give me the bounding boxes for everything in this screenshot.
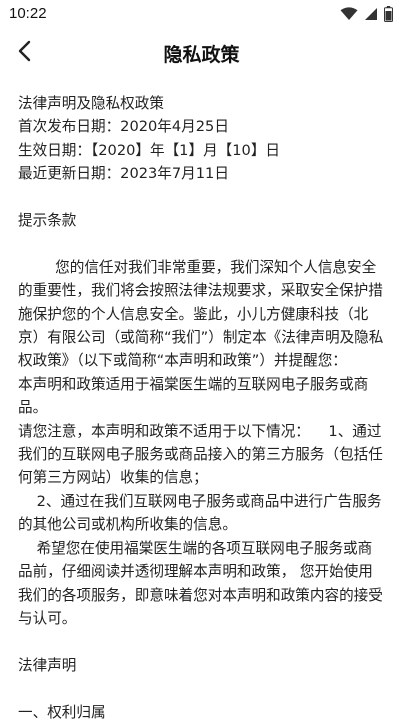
section-title-legal: 法律声明 bbox=[18, 656, 77, 674]
effective-date: 生效日期：【2020】年【1】月【10】日 bbox=[18, 141, 281, 159]
nav-bar: 隐私政策 bbox=[0, 30, 403, 76]
status-icons bbox=[340, 5, 393, 23]
last-updated-date: 最近更新日期：2023年7月11日 bbox=[18, 165, 229, 183]
status-time: 10:22 bbox=[9, 5, 47, 22]
policy-content: 法律声明及隐私权政策 首次发布日期：2020年4月25日 生效日期：【2020】… bbox=[18, 92, 386, 724]
cellular-signal-icon bbox=[364, 7, 378, 21]
battery-icon bbox=[384, 6, 393, 22]
paragraph-scope: 本声明和政策适用于福棠医生端的互联网电子服务或商品。 bbox=[18, 375, 369, 417]
paragraph-intro: 您的信任对我们非常重要，我们深知个人信息安全的重要性，我们将会按照法律法规要求，… bbox=[18, 258, 384, 370]
section-title-tips: 提示条款 bbox=[18, 212, 77, 230]
doc-title: 法律声明及隐私权政策 bbox=[18, 95, 164, 112]
first-publish-date: 首次发布日期：2020年4月25日 bbox=[18, 118, 229, 136]
paragraph-acceptance: 希望您在使用福棠医生端的各项互联网电子服务或商品前，仔细阅读并透彻理解本声明和政… bbox=[18, 539, 383, 627]
status-bar: 10:22 bbox=[0, 0, 403, 30]
subsection-heading: 一、权利归属 bbox=[18, 703, 106, 721]
paragraph-exclusion-2: 2、通过在我们互联网电子服务或商品中进行广告服务的其他公司或机构所收集的信息。 bbox=[18, 492, 382, 534]
paragraph-exclusions: 请您注意，本声明和政策不适用于以下情况： 1、通过我们的互联网电子服务或商品接入… bbox=[18, 422, 383, 487]
wifi-icon bbox=[340, 7, 358, 21]
page-title: 隐私政策 bbox=[163, 44, 240, 66]
